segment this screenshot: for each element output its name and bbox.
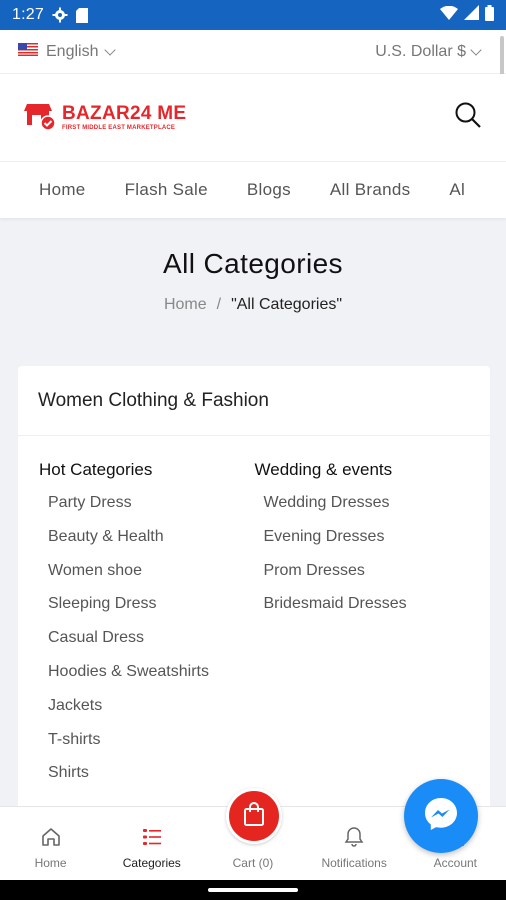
messenger-chat-button[interactable] xyxy=(404,779,478,853)
bottom-nav-notifications[interactable]: Notifications xyxy=(304,807,405,880)
category-card: Women Clothing & Fashion Hot Categories … xyxy=(18,366,490,826)
category-column: Hot Categories Party Dress Beauty & Heal… xyxy=(39,460,255,797)
top-utility-bar: English U.S. Dollar $ xyxy=(0,30,506,74)
category-link[interactable]: Hoodies & Sweatshirts xyxy=(48,662,255,696)
category-link[interactable]: Jackets xyxy=(48,696,255,730)
logo-name: BAZAR24 ME xyxy=(62,103,187,124)
settings-icon xyxy=(52,7,68,23)
home-icon xyxy=(40,824,62,850)
nav-item-home[interactable]: Home xyxy=(0,180,86,200)
category-link[interactable]: Prom Dresses xyxy=(264,561,471,595)
category-link[interactable]: Shirts xyxy=(48,763,255,797)
sim-icon xyxy=(75,7,88,23)
store-logo-icon xyxy=(24,99,56,136)
bottom-nav-categories[interactable]: Categories xyxy=(101,807,202,880)
messenger-icon xyxy=(421,794,461,839)
chevron-down-icon xyxy=(104,43,117,56)
us-flag-icon xyxy=(18,42,38,61)
category-card-title[interactable]: Women Clothing & Fashion xyxy=(18,366,490,436)
logo[interactable]: BAZAR24 ME FIRST MIDDLE EAST MARKETPLACE xyxy=(24,99,186,136)
logo-tagline: FIRST MIDDLE EAST MARKETPLACE xyxy=(62,125,176,131)
breadcrumb-current: "All Categories" xyxy=(231,296,343,313)
breadcrumb: Home / "All Categories" xyxy=(0,296,506,314)
category-column: Wedding & events Wedding Dresses Evening… xyxy=(255,460,471,797)
bottom-nav-notifications-label: Notifications xyxy=(321,856,387,870)
language-label: English xyxy=(46,42,99,60)
signal-icon xyxy=(464,5,479,25)
currency-label: U.S. Dollar $ xyxy=(375,42,466,60)
cart-button[interactable] xyxy=(226,788,282,844)
wifi-icon xyxy=(440,5,458,25)
main-nav: Home Flash Sale Blogs All Brands Al xyxy=(0,162,506,218)
nav-item-truncated[interactable]: Al xyxy=(410,180,465,200)
header: BAZAR24 ME FIRST MIDDLE EAST MARKETPLACE xyxy=(0,74,506,162)
home-gesture-handle[interactable] xyxy=(208,888,298,892)
breadcrumb-home[interactable]: Home xyxy=(164,296,207,313)
status-bar: 1:27 xyxy=(0,0,506,30)
category-link[interactable]: Beauty & Health xyxy=(48,527,255,561)
category-link[interactable]: Evening Dresses xyxy=(264,527,471,561)
status-time: 1:27 xyxy=(12,6,44,23)
chevron-down-icon xyxy=(470,43,482,56)
category-column-title[interactable]: Wedding & events xyxy=(255,460,471,480)
cart-bag-icon xyxy=(242,801,266,832)
categories-icon xyxy=(141,824,163,850)
breadcrumb-separator: / xyxy=(216,296,222,313)
nav-item-all-brands[interactable]: All Brands xyxy=(291,180,410,200)
bell-icon xyxy=(344,824,364,850)
bottom-nav-home-label: Home xyxy=(34,856,67,870)
page-title: All Categories xyxy=(163,248,343,279)
search-icon[interactable] xyxy=(454,101,482,134)
bottom-nav-cart-label: Cart (0) xyxy=(232,856,274,870)
category-link[interactable]: Wedding Dresses xyxy=(264,493,471,527)
nav-item-blogs[interactable]: Blogs xyxy=(208,180,291,200)
category-link[interactable]: Women shoe xyxy=(48,561,255,595)
category-link[interactable]: Casual Dress xyxy=(48,628,255,662)
bottom-nav-home[interactable]: Home xyxy=(0,807,101,880)
bottom-nav-categories-label: Categories xyxy=(122,856,181,870)
currency-selector[interactable]: U.S. Dollar $ xyxy=(375,42,482,61)
category-link[interactable]: Sleeping Dress xyxy=(48,594,255,628)
category-link[interactable]: T-shirts xyxy=(48,730,255,764)
system-nav-bar xyxy=(0,880,506,900)
language-selector[interactable]: English xyxy=(18,42,117,61)
category-link[interactable]: Bridesmaid Dresses xyxy=(264,594,471,628)
battery-icon xyxy=(485,4,494,26)
nav-item-flash-sale[interactable]: Flash Sale xyxy=(86,180,208,200)
category-column-title[interactable]: Hot Categories xyxy=(39,460,255,480)
category-link[interactable]: Party Dress xyxy=(48,493,255,527)
bottom-nav-account-label: Account xyxy=(433,856,478,870)
